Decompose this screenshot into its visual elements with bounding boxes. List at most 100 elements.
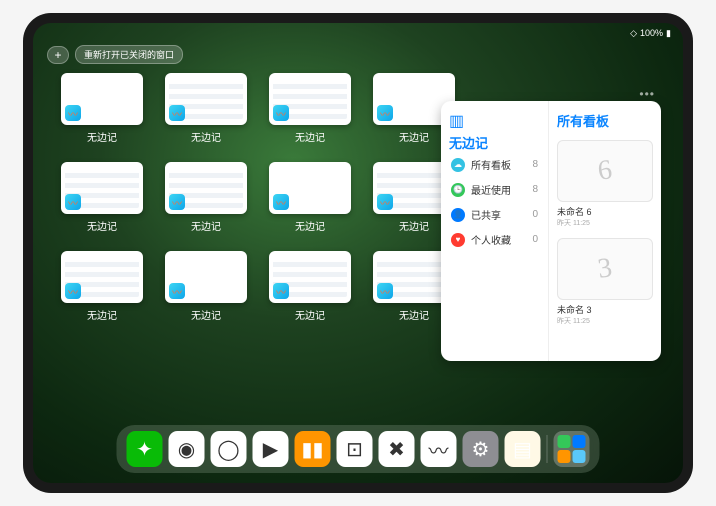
- dock-app-settings[interactable]: ⚙: [463, 431, 499, 467]
- panel-content: 所有看板 6未命名 6昨天 11:253未命名 3昨天 11:25: [549, 101, 661, 361]
- category-item[interactable]: 🕒 最近使用 8: [449, 177, 540, 202]
- board-name: 未命名 6: [557, 205, 653, 218]
- freeform-app-icon: [65, 194, 81, 210]
- dock-app-quark-hd[interactable]: ◉: [169, 431, 205, 467]
- dock-app-wechat[interactable]: ✦: [127, 431, 163, 467]
- dock-app-dice[interactable]: ⊡: [337, 431, 373, 467]
- window-preview: [269, 251, 351, 303]
- board-item[interactable]: 6 未命名 6昨天 11:25: [557, 140, 653, 228]
- app-switcher-grid: 无边记无边记无边记无边记无边记无边记无边记无边记无边记无边记无边记无边记: [61, 73, 455, 322]
- window-label: 无边记: [295, 129, 325, 144]
- board-sketch: 6: [596, 154, 614, 188]
- dock: ✦◉◯▶▮▮⊡✖〰⚙▤: [117, 425, 600, 473]
- window-thumbnail[interactable]: 无边记: [61, 162, 143, 233]
- window-label: 无边记: [295, 307, 325, 322]
- category-item[interactable]: ☁所有看板8: [449, 152, 540, 177]
- category-icon: 🕒: [451, 183, 465, 197]
- category-label: 个人收藏: [471, 232, 511, 247]
- freeform-app-icon: [273, 194, 289, 210]
- category-count: 8: [532, 184, 538, 195]
- top-controls: + 重新打开已关闭的窗口: [47, 45, 183, 64]
- freeform-app-icon: [377, 194, 393, 210]
- category-item[interactable]: 👤 已共享 0: [449, 202, 540, 227]
- freeform-app-icon: [65, 105, 81, 121]
- window-preview: [269, 162, 351, 214]
- category-label: 已共享: [471, 207, 501, 222]
- category-icon: ♥: [451, 233, 465, 247]
- freeform-app-icon: [377, 283, 393, 299]
- folder-mini-icon: [573, 435, 586, 448]
- wifi-icon: ◇: [630, 28, 637, 39]
- category-label: 最近使用: [471, 182, 511, 197]
- sidebar-toggle-icon[interactable]: ▥: [449, 111, 463, 125]
- board-preview: 6: [557, 140, 653, 202]
- dock-app-freeform[interactable]: 〰: [421, 431, 457, 467]
- category-count: 0: [532, 234, 538, 245]
- freeform-app-icon: [273, 105, 289, 121]
- window-preview: [61, 162, 143, 214]
- category-icon: 👤: [451, 208, 465, 222]
- window-label: 无边记: [191, 307, 221, 322]
- window-thumbnail[interactable]: 无边记: [61, 251, 143, 322]
- battery-icon: ▮: [666, 28, 671, 39]
- dock-app-app-x[interactable]: ✖: [379, 431, 415, 467]
- dock-recent-folder[interactable]: [554, 431, 590, 467]
- board-preview: 3: [557, 238, 653, 300]
- board-item[interactable]: 3 未命名 3昨天 11:25: [557, 238, 653, 326]
- board-name: 未命名 3: [557, 303, 653, 316]
- window-label: 无边记: [399, 307, 429, 322]
- more-icon[interactable]: •••: [639, 87, 655, 101]
- category-label: 所有看板: [471, 157, 511, 172]
- window-label: 无边记: [399, 129, 429, 144]
- boards-title: 所有看板: [557, 111, 653, 130]
- window-thumbnail[interactable]: 无边记: [269, 73, 351, 144]
- freeform-panel: ••• ▥ 无边记 ☁所有看板8🕒最近使用8👤已共享0♥个人收藏0 所有看板 6…: [441, 101, 661, 361]
- freeform-app-icon: [377, 105, 393, 121]
- freeform-app-icon: [169, 194, 185, 210]
- category-list: ☁所有看板8🕒最近使用8👤已共享0♥个人收藏0: [449, 152, 540, 252]
- board-sketch: 3: [596, 252, 614, 286]
- category-count: 0: [532, 209, 538, 220]
- window-thumbnail[interactable]: 无边记: [165, 162, 247, 233]
- panel-sidebar: ▥ 无边记 ☁所有看板8🕒最近使用8👤已共享0♥个人收藏0: [441, 101, 549, 361]
- battery-label: 100%: [640, 28, 663, 38]
- status-bar: ◇ 100% ▮: [33, 23, 683, 43]
- new-window-button[interactable]: +: [47, 46, 69, 64]
- window-thumbnail[interactable]: 无边记: [165, 73, 247, 144]
- folder-mini-icon: [558, 435, 571, 448]
- screen: ◇ 100% ▮ + 重新打开已关闭的窗口 无边记无边记无边记无边记无边记无边记…: [33, 23, 683, 483]
- window-label: 无边记: [191, 129, 221, 144]
- dock-app-notes[interactable]: ▤: [505, 431, 541, 467]
- category-item[interactable]: ♥ 个人收藏 0: [449, 227, 540, 252]
- window-label: 无边记: [295, 218, 325, 233]
- window-thumbnail[interactable]: 无边记: [165, 251, 247, 322]
- window-thumbnail[interactable]: 无边记: [269, 251, 351, 322]
- window-preview: [61, 73, 143, 125]
- reopen-closed-window-button[interactable]: 重新打开已关闭的窗口: [75, 45, 183, 64]
- folder-mini-icon: [573, 450, 586, 463]
- ipad-frame: ◇ 100% ▮ + 重新打开已关闭的窗口 无边记无边记无边记无边记无边记无边记…: [23, 13, 693, 493]
- freeform-app-icon: [169, 105, 185, 121]
- dock-separator: [547, 435, 548, 463]
- boards-list: 6未命名 6昨天 11:253未命名 3昨天 11:25: [557, 140, 653, 326]
- dock-app-play[interactable]: ▶: [253, 431, 289, 467]
- window-label: 无边记: [191, 218, 221, 233]
- window-preview: [165, 162, 247, 214]
- window-label: 无边记: [87, 307, 117, 322]
- window-thumbnail[interactable]: 无边记: [269, 162, 351, 233]
- board-date: 昨天 11:25: [557, 218, 653, 228]
- window-preview: [165, 73, 247, 125]
- window-label: 无边记: [87, 129, 117, 144]
- dock-app-books[interactable]: ▮▮: [295, 431, 331, 467]
- panel-title: 无边记: [449, 133, 540, 152]
- window-label: 无边记: [87, 218, 117, 233]
- board-date: 昨天 11:25: [557, 316, 653, 326]
- window-thumbnail[interactable]: 无边记: [61, 73, 143, 144]
- freeform-app-icon: [65, 283, 81, 299]
- dock-app-quark[interactable]: ◯: [211, 431, 247, 467]
- folder-mini-icon: [558, 450, 571, 463]
- window-preview: [269, 73, 351, 125]
- window-label: 无边记: [399, 218, 429, 233]
- window-preview: [61, 251, 143, 303]
- category-count: 8: [532, 159, 538, 170]
